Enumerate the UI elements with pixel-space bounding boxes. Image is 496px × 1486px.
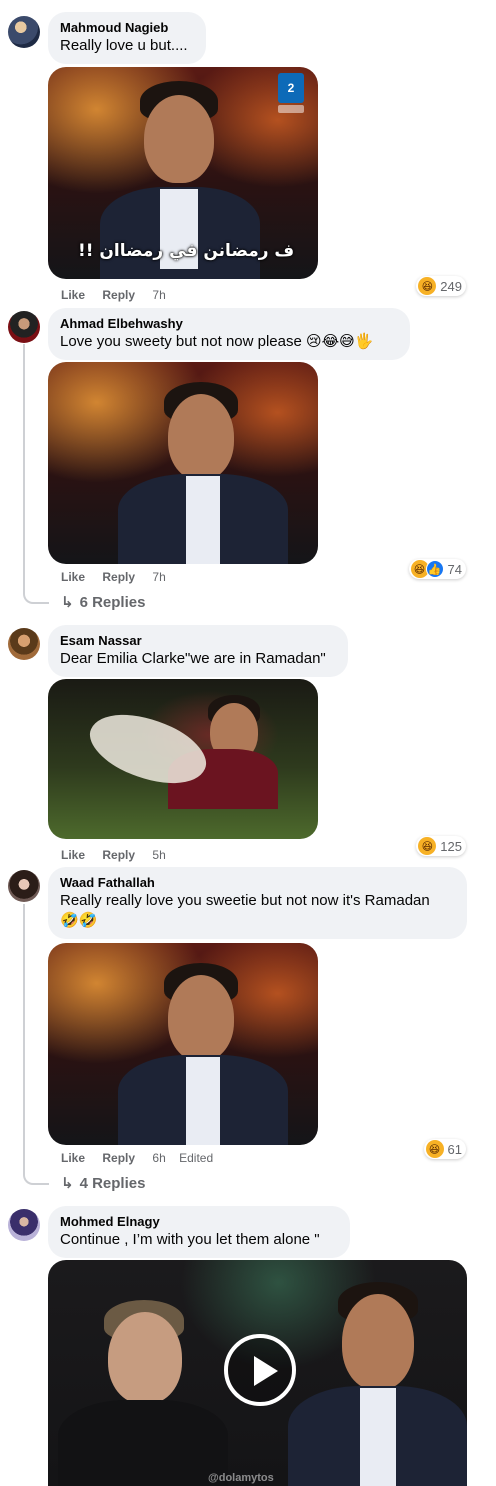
comment-bubble: Waad Fathallah Really really love you sw…: [48, 867, 467, 939]
thread-line: [23, 344, 25, 590]
view-replies[interactable]: ↳ 6 Replies: [61, 593, 145, 613]
like-link[interactable]: Like: [61, 848, 85, 862]
avatar[interactable]: [8, 16, 40, 48]
reaction-count: 125: [440, 838, 462, 854]
replies-count: 4 Replies: [79, 1175, 146, 1192]
timestamp[interactable]: 7h: [152, 570, 165, 584]
comment-video[interactable]: @dolamytos: [48, 1260, 467, 1486]
haha-icon: 😆: [418, 277, 437, 295]
avatar[interactable]: [8, 870, 40, 902]
avatar[interactable]: [8, 628, 40, 660]
reactions-summary[interactable]: 😆 61: [423, 1139, 466, 1159]
replies-count: 6 Replies: [79, 594, 146, 611]
channel-logo-sub: [278, 105, 304, 113]
comment-author[interactable]: Mahmoud Nagieb: [60, 20, 194, 36]
view-replies[interactable]: ↳ 4 Replies: [61, 1174, 145, 1194]
comment-author[interactable]: Mohmed Elnagy: [60, 1214, 338, 1230]
like-link[interactable]: Like: [61, 288, 85, 302]
comment-bubble: Mohmed Elnagy Continue , I’m with you le…: [48, 1206, 350, 1258]
comment-gif[interactable]: [48, 943, 318, 1145]
edited-label[interactable]: Edited: [179, 1151, 213, 1165]
comment-text: Dear Emilia Clarke"we are in Ramadan": [60, 650, 326, 667]
reply-arrow-icon: ↳: [61, 594, 74, 611]
comment-author[interactable]: Ahmad Elbehwashy: [60, 316, 398, 332]
comment-text: Love you sweety but not now please 😢😂😅🖐: [60, 333, 374, 350]
thread-line: [23, 904, 25, 1172]
comment-bubble: Ahmad Elbehwashy Love you sweety but not…: [48, 308, 410, 360]
reactions-summary[interactable]: 😆 249: [416, 276, 466, 296]
comment-actions: Like Reply 7h: [61, 287, 180, 303]
reactions-summary[interactable]: 😆 👍 74: [408, 559, 466, 579]
thread-hook: [23, 1171, 49, 1185]
reply-arrow-icon: ↳: [61, 1175, 74, 1192]
reply-link[interactable]: Reply: [102, 570, 135, 584]
reply-link[interactable]: Reply: [102, 848, 135, 862]
timestamp[interactable]: 6h: [152, 1151, 165, 1165]
reaction-count: 61: [447, 1141, 462, 1157]
timestamp[interactable]: 5h: [152, 848, 165, 862]
comment-author[interactable]: Waad Fathallah: [60, 875, 455, 891]
gif-caption: ف رمضانن في رمضاان !!: [78, 241, 295, 261]
avatar[interactable]: [8, 311, 40, 343]
comment-gif[interactable]: 2 ف رمضانن في رمضاان !!: [48, 67, 318, 279]
reply-link[interactable]: Reply: [102, 288, 135, 302]
comment-gif[interactable]: [48, 679, 318, 839]
timestamp[interactable]: 7h: [152, 288, 165, 302]
video-watermark: @dolamytos: [208, 1472, 274, 1484]
comment-text: Really love u but....: [60, 37, 188, 54]
haha-icon: 😆: [418, 837, 437, 855]
haha-icon: 😆: [425, 1140, 444, 1158]
play-button[interactable]: [224, 1334, 296, 1406]
comment-bubble: Mahmoud Nagieb Really love u but....: [48, 12, 206, 64]
reply-link[interactable]: Reply: [102, 1151, 135, 1165]
like-icon: 👍: [425, 560, 444, 578]
comment-actions: Like Reply 5h: [61, 847, 180, 863]
comment-actions: Like Reply 7h: [61, 569, 180, 585]
comment-emoji: 🤣🤣: [60, 912, 98, 929]
like-link[interactable]: Like: [61, 570, 85, 584]
comment-author[interactable]: Esam Nassar: [60, 633, 336, 649]
comment-bubble: Esam Nassar Dear Emilia Clarke"we are in…: [48, 625, 348, 677]
reaction-count: 74: [447, 561, 462, 577]
comment-actions: Like Reply 6h Edited: [61, 1150, 227, 1166]
comment-gif[interactable]: [48, 362, 318, 564]
reaction-count: 249: [440, 278, 462, 294]
avatar[interactable]: [8, 1209, 40, 1241]
comment-text: Really really love you sweetie but not n…: [60, 892, 430, 909]
reactions-summary[interactable]: 😆 125: [416, 836, 466, 856]
comment-text: Continue , I’m with you let them alone ": [60, 1231, 320, 1248]
channel-logo: 2: [278, 73, 304, 103]
thread-hook: [23, 590, 49, 604]
like-link[interactable]: Like: [61, 1151, 85, 1165]
